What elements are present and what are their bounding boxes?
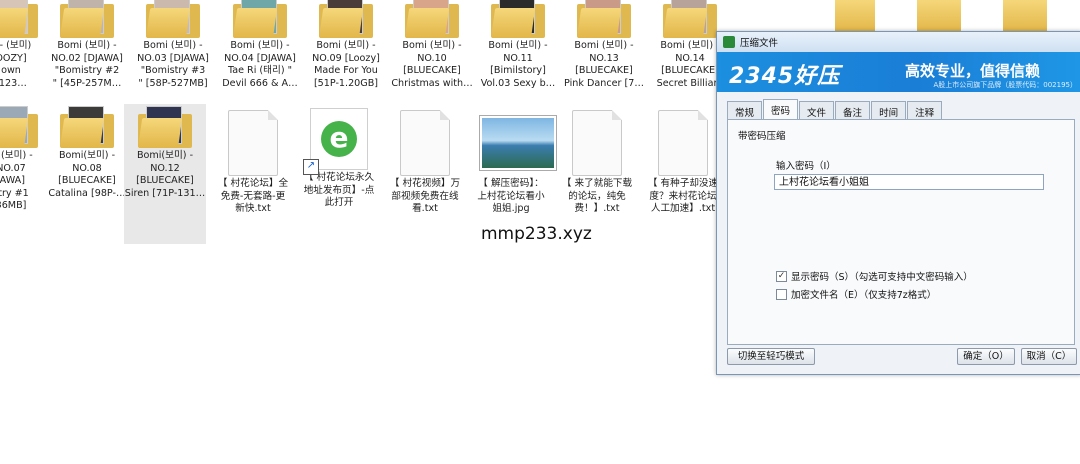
cancel-button[interactable]: 取消（C） [1021,348,1077,365]
file-label: Bomi (보미) - NO.11 [Bimilstory] Vol.03 Se… [480,40,556,89]
brand-subtitle: A股上市公司旗下品牌（股票代码：002195） [933,81,1077,89]
compress-dialog: 压缩文件 2345好压 高效专业，值得信赖 A股上市公司旗下品牌（股票代码：00… [716,31,1080,375]
folder-icon [0,106,42,148]
watermark-text: mmp233.xyz [481,224,592,244]
folder-icon [142,0,204,38]
file-tile[interactable]: 【 有种子却没速 度？来村花论坛 人工加速】.txt [640,110,726,216]
ok-button[interactable]: 确定（O） [957,348,1015,365]
switch-mode-button[interactable]: 切换至轻巧模式 [727,348,815,365]
file-tile[interactable]: Bomi (보미) - NO.11 [Bimilstory] Vol.03 Se… [475,0,561,90]
folder-icon [229,0,291,38]
password-input[interactable]: 上村花论坛看小姐姐 [774,174,1044,190]
file-tile[interactable]: e ↗ 【 村花论坛永久 地址发布页】-点 此打开 [296,108,382,210]
brand-banner: 2345好压 高效专业，值得信赖 A股上市公司旗下品牌（股票代码：002195） [717,52,1080,92]
file-label: 【 村花视频】万 部视频免费在线 看.txt [389,178,461,214]
file-label: Bomi (보미) - NO.03 [DJAWA] "Bomistry #3 "… [137,40,209,89]
folder-icon [0,0,42,38]
encrypt-filenames-label: 加密文件名（E）（仅支持7z格式） [791,290,937,301]
file-tile[interactable]: Bomi (보미) - NO.04 [DJAWA] Tae Ri (태리) " … [217,0,303,90]
file-label: Bomi (보미) - NO.02 [DJAWA] "Bomistry #2 "… [51,40,123,89]
encrypt-filenames-checkbox[interactable]: 加密文件名（E）（仅支持7z格式） [776,287,936,301]
folder-icon [56,0,118,38]
dialog-titlebar[interactable]: 压缩文件 [717,32,1080,52]
show-password-checkbox[interactable]: ✓ 显示密码（S）（勾选可支持中文密码输入） [776,269,973,283]
file-label: 【 村花论坛】全 免费-无套路-更 新快.txt [217,178,289,214]
file-label: 【 解压密码】： 上村花论坛看小 姐姐.jpg [477,178,545,214]
file-label: 【 村花论坛永久 地址发布页】-点 此打开 [303,172,375,208]
password-group: 带密码压缩 输入密码（I） 上村花论坛看小姐姐 ✓ 显示密码（S）（勾选可支持中… [738,128,1068,336]
text-file-icon [222,110,284,176]
folder-icon [315,0,377,38]
app-icon [723,36,735,48]
brand-slogan: 高效专业，值得信赖 [905,62,1041,80]
file-tile[interactable]: 【 村花论坛】全 免费-无套路-更 新快.txt [210,110,296,216]
file-label: Bomi (보미) - NO.13 [BLUECAKE] Pink Dancer… [564,40,644,89]
file-label: 【 来了就能下载 的论坛，纯免 费！】.txt [561,178,633,214]
folder-icon [573,0,635,38]
file-label: Bomi(보미) - NO.12 [BLUECAKE] Siren [71P-1… [124,150,206,199]
file-tile[interactable]: Bomi (보미) - NO.10 [BLUECAKE] Christmas w… [389,0,475,90]
checkbox-unchecked-icon [776,288,787,300]
file-label: Bomi (보미) - NO.04 [DJAWA] Tae Ri (태리) " … [222,40,298,89]
text-file-icon [394,110,456,176]
file-label: Bomi(보미) - NO.08 [BLUECAKE] Catalina [98… [48,150,126,199]
text-file-icon [566,110,628,176]
file-tile[interactable]: Bomi (보미) - NO.02 [DJAWA] "Bomistry #2 "… [44,0,130,90]
file-label: 【 有种子却没速 度？来村花论坛 人工加速】.txt [647,178,719,214]
folder-icon[interactable] [1003,0,1047,32]
file-tile[interactable]: Bomi (보미) - NO.09 [Loozy] Made For You [… [303,0,389,90]
folder-icon [401,0,463,38]
image-file-icon [480,116,556,170]
folder-icon [659,0,721,38]
folder-icon [487,0,549,38]
password-label: 输入密码（I） [776,161,836,172]
file-tile[interactable]: Bomi(보미) - NO.12 [BLUECAKE] Siren [71P-1… [124,104,206,244]
dialog-title: 压缩文件 [740,38,779,49]
show-password-label: 显示密码（S）（勾选可支持中文密码输入） [791,272,973,283]
text-file-icon [652,110,714,176]
file-tile[interactable]: 【 解压密码】： 上村花论坛看小 姐姐.jpg [468,110,556,216]
folder-icon [56,106,118,148]
file-tile[interactable]: Bomi(보미) - NO.08 [BLUECAKE] Catalina [98… [44,106,130,200]
group-title: 带密码压缩 [738,131,786,142]
file-label: Bomi (보미) - NO.10 [BLUECAKE] Christmas w… [391,40,473,89]
checkbox-checked-icon: ✓ [776,270,787,282]
file-tile[interactable]: 【 来了就能下载 的论坛，纯免 费！】.txt [554,110,640,216]
brand-logo: 2345好压 [729,64,841,89]
file-tile[interactable]: Bomi (보미) - NO.13 [BLUECAKE] Pink Dancer… [561,0,647,90]
folder-icon[interactable] [835,0,875,32]
file-label: Bomi (보미) - NO.09 [Loozy] Made For You [… [312,40,380,89]
file-tile[interactable]: Bomi (보미) - NO.03 [DJAWA] "Bomistry #3 "… [130,0,216,90]
folder-icon [134,106,196,148]
internet-shortcut-icon: e ↗ [303,108,370,175]
folder-icon[interactable] [917,0,961,32]
password-panel: 带密码压缩 输入密码（I） 上村花论坛看小姐姐 ✓ 显示密码（S）（勾选可支持中… [727,119,1075,345]
file-tile[interactable]: 【 村花视频】万 部视频免费在线 看.txt [382,110,468,216]
